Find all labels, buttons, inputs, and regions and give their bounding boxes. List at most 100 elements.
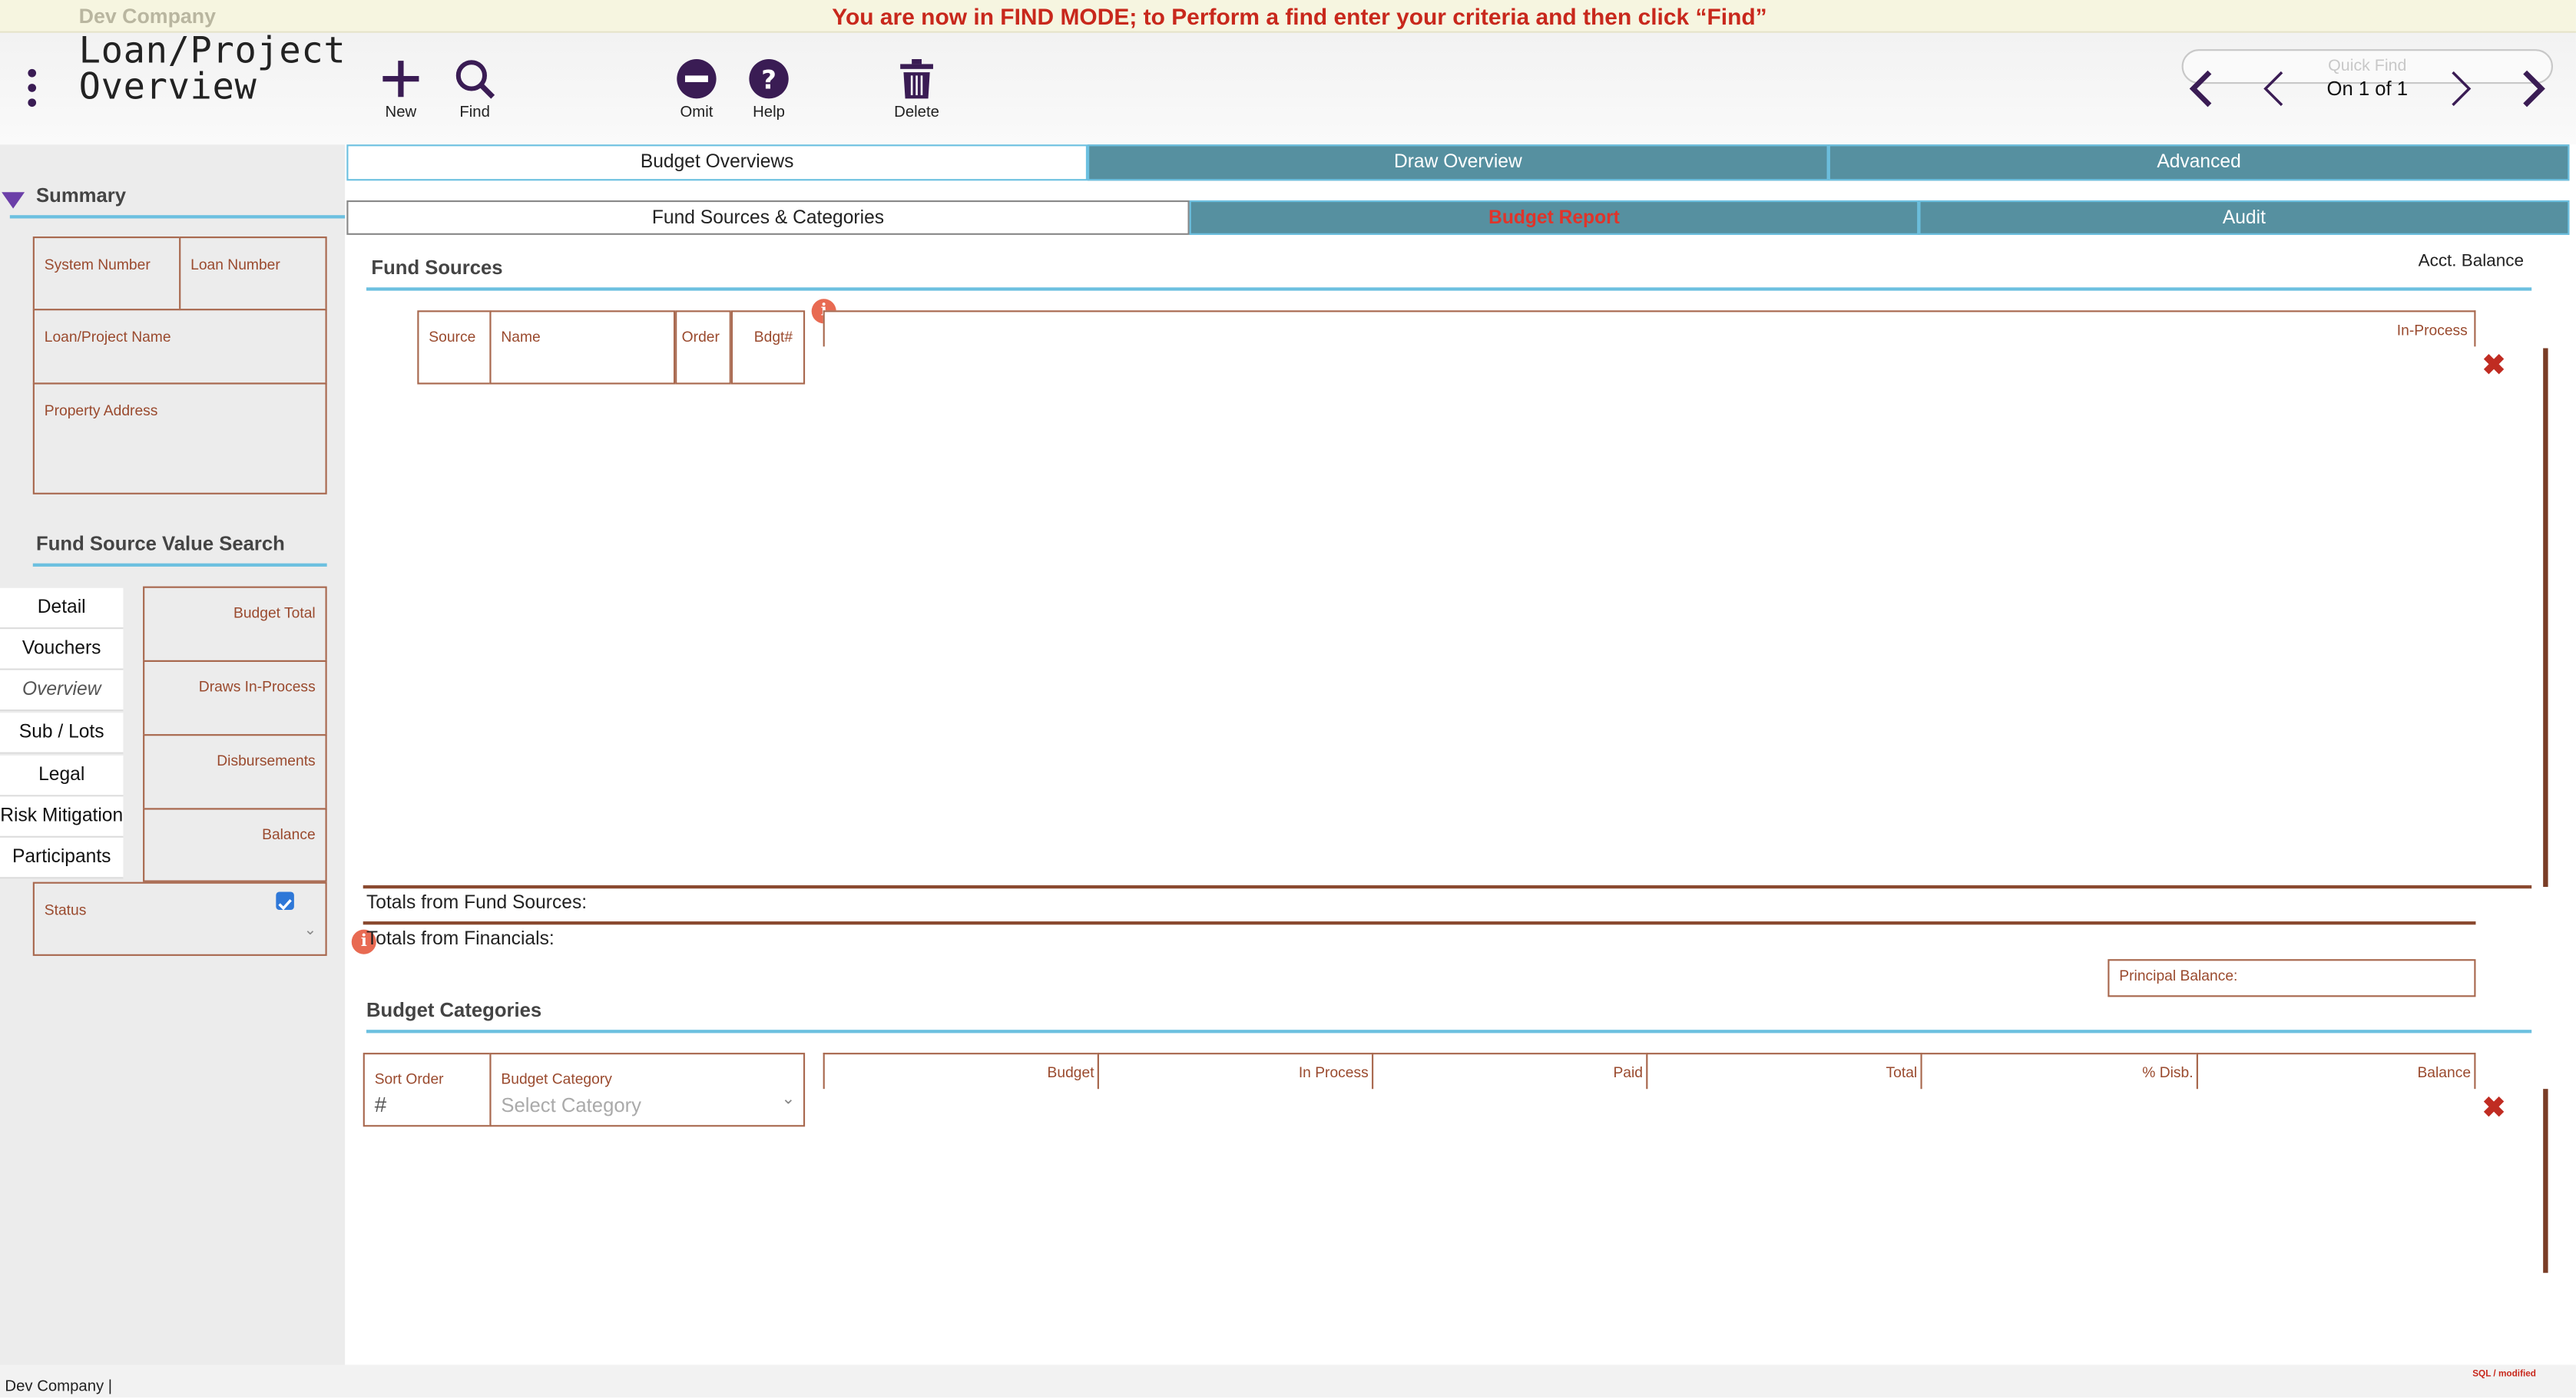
acct-balance-label: Acct. Balance <box>2418 251 2524 271</box>
fund-sources-header: Fund Sources <box>371 256 503 279</box>
property-address-field[interactable]: Property Address <box>32 382 327 494</box>
summary-divider <box>9 215 346 219</box>
record-counter: On 1 of 1 <box>2326 77 2409 101</box>
nav-overview-button[interactable]: Overview <box>0 670 124 712</box>
tab-draw-overview[interactable]: Draw Overview <box>1088 144 1829 181</box>
tab-audit[interactable]: Audit <box>1919 200 2570 235</box>
help-label: Help <box>753 103 785 122</box>
sort-order-placeholder: # <box>374 1092 387 1117</box>
nav-legal-button[interactable]: Legal <box>0 755 124 797</box>
omit-button[interactable]: Omit <box>661 58 733 121</box>
source-column-header: Source <box>417 310 492 385</box>
search-icon <box>455 60 495 99</box>
summary-header: Summary <box>36 184 127 207</box>
next-record-icon[interactable] <box>2445 69 2478 108</box>
collapse-triangle-icon[interactable] <box>2 189 25 219</box>
budget-category-label: Budget Category <box>501 1070 612 1088</box>
budget-total-field[interactable]: Budget Total <box>143 586 327 663</box>
budget-category-select[interactable]: Budget Category Select Category ⌄ <box>489 1053 806 1127</box>
status-dropdown-chevron-icon[interactable]: ⌄ <box>304 921 316 940</box>
previous-record-icon[interactable] <box>2257 69 2290 108</box>
tab-budget-overviews[interactable]: Budget Overviews <box>346 144 1088 181</box>
property-address-label: Property Address <box>44 402 158 419</box>
total-column-header: Total <box>1646 1053 1922 1090</box>
sql-status: SQL / modified <box>2472 1369 2537 1380</box>
order-column-label: Order <box>681 328 720 346</box>
nav-detail-button[interactable]: Detail <box>0 587 124 630</box>
delete-label: Delete <box>894 103 939 122</box>
nav-vouchers-button[interactable]: Vouchers <box>0 629 124 670</box>
system-number-label: System Number <box>44 256 151 273</box>
find-label: Find <box>459 103 490 122</box>
totals-fund-sources-label: Totals from Fund Sources: <box>366 893 588 914</box>
in-process-category-column-header: In Process <box>1097 1053 1374 1090</box>
sort-order-field[interactable]: Sort Order # <box>363 1053 492 1127</box>
nav-participants-button[interactable]: Participants <box>0 837 124 879</box>
status-label: Status <box>44 901 87 918</box>
budget-category-chevron-icon: ⌄ <box>781 1090 796 1109</box>
principal-balance-label: Principal Balance: <box>2119 967 2238 984</box>
draws-in-process-field[interactable]: Draws In-Process <box>143 660 327 736</box>
pct-disb-column-header: % Disb. <box>1920 1053 2198 1090</box>
disbursements-field[interactable]: Disbursements <box>143 734 327 810</box>
totals-financials-label: Totals from Financials: <box>366 929 555 950</box>
budget-category-placeholder: Select Category <box>501 1093 642 1117</box>
balance-column-header: Balance <box>2196 1053 2476 1090</box>
tab-advanced[interactable]: Advanced <box>1828 144 2570 181</box>
omit-label: Omit <box>680 103 714 122</box>
budget-categories-clear-icon[interactable]: ✖ <box>2481 1094 2507 1122</box>
footer-status: Dev Company | <box>5 1378 113 1397</box>
first-record-icon[interactable] <box>2185 69 2218 108</box>
totals-divider <box>363 921 2476 925</box>
paid-column-header: Paid <box>1372 1053 1648 1090</box>
fund-search-divider <box>32 563 327 567</box>
tab-fund-sources-categories[interactable]: Fund Sources & Categories <box>346 200 1190 235</box>
fund-sources-bottom-rule <box>363 885 2532 889</box>
sort-order-label: Sort Order <box>374 1070 444 1088</box>
name-column-label: Name <box>501 328 541 346</box>
pct-disb-column-label: % Disb. <box>2142 1064 2194 1081</box>
budget-categories-header: Budget Categories <box>366 998 542 1022</box>
fund-source-search-header: Fund Source Value Search <box>36 532 285 555</box>
plus-icon <box>382 61 419 98</box>
nav-sub-lots-button[interactable]: Sub / Lots <box>0 713 124 754</box>
nav-risk-mitigation-button[interactable]: Risk Mitigation <box>0 796 124 838</box>
find-mode-message: You are now in FIND MODE; to Perform a f… <box>832 3 1767 30</box>
budget-column-label: Budget <box>1047 1064 1094 1081</box>
page-title: Loan/Project Overview <box>78 31 346 109</box>
source-column-label: Source <box>429 328 476 346</box>
in-process-category-column-label: In Process <box>1298 1064 1369 1081</box>
budget-categories-scrollbar[interactable] <box>2543 1089 2548 1273</box>
principal-balance-field[interactable]: Principal Balance: <box>2107 959 2476 997</box>
help-button[interactable]: ? Help <box>733 58 805 121</box>
new-button[interactable]: New <box>365 58 437 121</box>
more-menu-icon[interactable] <box>23 68 39 112</box>
fund-sources-scrollbar[interactable] <box>2543 348 2548 888</box>
project-name-field[interactable]: Loan/Project Name <box>32 309 327 385</box>
status-checkbox[interactable] <box>276 891 294 911</box>
help-icon: ? <box>749 59 789 99</box>
title-line-1: Loan/Project <box>78 31 346 73</box>
in-process-column-header: In-Process <box>823 310 2476 347</box>
balance-field[interactable]: Balance <box>143 808 327 882</box>
fund-sources-clear-icon[interactable]: ✖ <box>2481 352 2507 379</box>
title-line-2: Overview <box>78 67 257 109</box>
trash-icon <box>900 59 933 99</box>
system-number-field[interactable]: System Number <box>32 236 181 311</box>
total-column-label: Total <box>1886 1064 1918 1081</box>
bdgt-column-header: Bdgt# <box>730 310 806 385</box>
checkmark-icon <box>278 899 292 911</box>
find-button[interactable]: Find <box>439 58 511 121</box>
loan-number-label: Loan Number <box>190 256 280 273</box>
in-process-label: In-Process <box>2396 322 2468 339</box>
name-column-header: Name <box>489 310 676 385</box>
tab-budget-report[interactable]: Budget Report <box>1189 200 1919 235</box>
last-record-icon[interactable] <box>2517 69 2550 108</box>
paid-column-label: Paid <box>1613 1064 1643 1081</box>
delete-button[interactable]: Delete <box>881 58 953 121</box>
loan-number-field[interactable]: Loan Number <box>179 236 327 311</box>
balance-column-label: Balance <box>2417 1064 2472 1081</box>
bdgt-column-label: Bdgt# <box>753 328 793 346</box>
budget-column-header: Budget <box>823 1053 1099 1090</box>
budget-categories-divider <box>366 1030 2532 1034</box>
